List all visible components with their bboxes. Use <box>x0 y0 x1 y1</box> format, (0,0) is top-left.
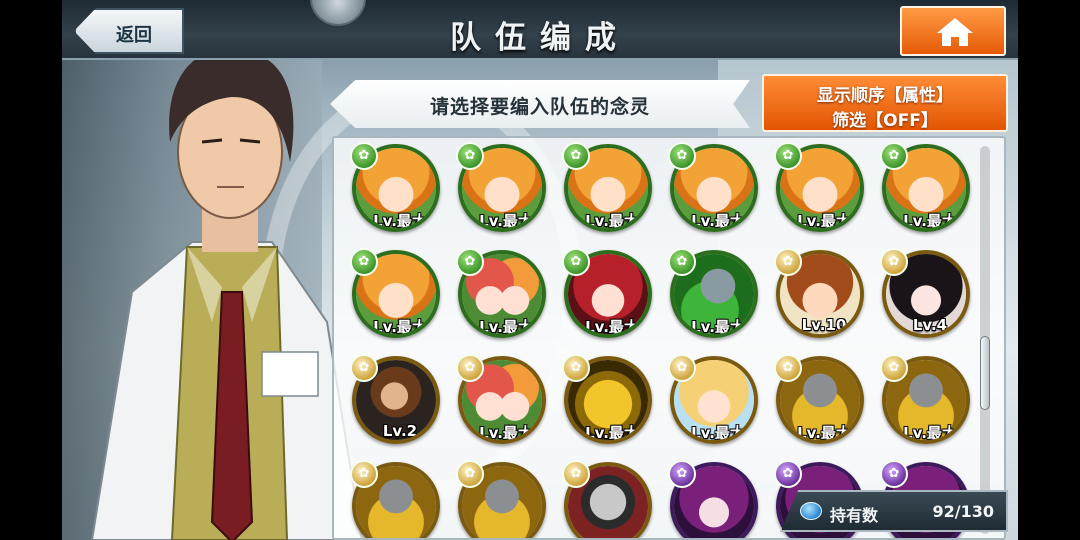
unit-rarity-stars: ★ <box>356 440 440 444</box>
attribute-icon: ✿ <box>350 142 378 170</box>
attribute-icon: ✿ <box>456 142 484 170</box>
unit-rarity-stars: ★★ <box>886 334 970 338</box>
unit-card[interactable]: Lv.最大★✿ <box>668 248 760 354</box>
unit-rarity-stars: ★ <box>674 334 758 338</box>
back-button[interactable]: 返回 <box>74 8 184 54</box>
instruction-text: 请选择要编入队伍的念灵 <box>429 96 650 118</box>
letterbox-right <box>1018 0 1080 540</box>
owned-count-label: 持有数 <box>830 506 879 525</box>
unit-card[interactable]: Lv.最大★★★✿ <box>668 142 760 248</box>
page-title: 队伍编成 <box>450 20 630 55</box>
unit-rarity-stars: ★★★ <box>568 440 652 444</box>
unit-rarity-stars: ★ <box>886 440 970 444</box>
unit-rarity-stars: ★★★★ <box>462 440 546 444</box>
unit-card[interactable]: Lv.最大★★★✿ <box>456 142 548 248</box>
unit-rarity-stars: ★★★★★ <box>568 334 652 338</box>
attribute-icon: ✿ <box>774 248 802 276</box>
unit-card[interactable]: ✿ <box>350 460 442 538</box>
attribute-icon: ✿ <box>562 248 590 276</box>
home-icon <box>937 18 973 46</box>
unit-card[interactable]: Lv.4★★ ✿ <box>880 248 972 354</box>
unit-rarity-stars: ★★ <box>780 334 864 338</box>
unit-rarity-stars: ★★★ <box>356 228 440 232</box>
sort-order-label: 显示顺序【属性】 <box>817 86 953 106</box>
attribute-icon: ✿ <box>668 248 696 276</box>
unit-rarity-stars: ★★★ <box>462 228 546 232</box>
unit-card[interactable]: Lv.最大★★★✿ <box>350 248 442 354</box>
unit-card[interactable]: Lv.最大★★★✿ <box>562 142 654 248</box>
unit-rarity-stars: ★★★ <box>886 228 970 232</box>
sort-filter-button[interactable]: 显示顺序【属性】 筛选【OFF】 <box>762 74 1008 132</box>
unit-rarity-stars: ★★★ <box>780 228 864 232</box>
unit-rarity-stars: ★ <box>780 440 864 444</box>
unit-level: Lv.4 <box>912 316 948 334</box>
unit-card[interactable]: Lv.最大★★★★✿ <box>456 248 548 354</box>
attribute-icon: ✿ <box>774 354 802 382</box>
unit-card[interactable]: ✿ <box>456 460 548 538</box>
attribute-icon: ✿ <box>668 460 696 488</box>
attribute-icon: ✿ <box>774 460 802 488</box>
attribute-icon: ✿ <box>562 460 590 488</box>
owned-count-panel: 持有数 92/130 <box>780 490 1008 532</box>
unit-card[interactable]: Lv.最大★★★★★✿ <box>668 354 760 460</box>
attribute-icon: ✿ <box>668 354 696 382</box>
back-button-label: 返回 <box>116 25 152 46</box>
unit-level: Lv.2 <box>382 422 418 440</box>
unit-card[interactable]: Lv.最大★✿ <box>774 354 866 460</box>
unit-rarity-stars: ★★★★★ <box>674 440 758 444</box>
scrollbar[interactable] <box>980 146 990 534</box>
unit-rarity-stars: ★★★ <box>356 334 440 338</box>
attribute-icon: ✿ <box>668 142 696 170</box>
unit-rarity-stars: ★★★ <box>568 228 652 232</box>
filter-label: 筛选【OFF】 <box>832 111 938 131</box>
attribute-icon: ✿ <box>774 142 802 170</box>
attribute-icon: ✿ <box>350 460 378 488</box>
attribute-icon: ✿ <box>562 142 590 170</box>
attribute-icon: ✿ <box>880 460 908 488</box>
gem-icon <box>800 502 822 520</box>
scrollbar-thumb[interactable] <box>980 336 990 410</box>
attribute-icon: ✿ <box>456 354 484 382</box>
attribute-icon: ✿ <box>456 248 484 276</box>
unit-card[interactable]: Lv.2★ ✿ <box>350 354 442 460</box>
attribute-icon: ✿ <box>880 142 908 170</box>
unit-card[interactable]: Lv.10★★ ✿ <box>774 248 866 354</box>
unit-card[interactable]: Lv.最大★★★★✿ <box>456 354 548 460</box>
attribute-icon: ✿ <box>456 460 484 488</box>
game-screen: 队伍编成 返回 请选择要编入队伍的念灵 显示顺序【属性】 筛选【OFF】 Lv.… <box>62 0 1018 540</box>
unit-rarity-stars: ★★★★ <box>462 334 546 338</box>
unit-rarity-stars: ★★★ <box>674 228 758 232</box>
unit-card[interactable]: Lv.最大★★★✿ <box>774 142 866 248</box>
unit-card[interactable]: ✿ <box>668 460 760 538</box>
attribute-icon: ✿ <box>880 248 908 276</box>
attribute-icon: ✿ <box>350 248 378 276</box>
unit-card[interactable]: Lv.最大★★★✿ <box>880 142 972 248</box>
home-button[interactable] <box>900 6 1006 56</box>
header-bar: 队伍编成 <box>62 0 1018 60</box>
unit-card[interactable]: Lv.最大★★★✿ <box>350 142 442 248</box>
unit-grid: Lv.最大★★★✿Lv.最大★★★✿Lv.最大★★★✿Lv.最大★★★✿Lv.最… <box>332 136 1006 540</box>
unit-card[interactable]: Lv.最大★★★✿ <box>562 354 654 460</box>
unit-card[interactable]: Lv.最大★★★★★✿ <box>562 248 654 354</box>
unit-level: Lv.10 <box>801 316 847 334</box>
attribute-icon: ✿ <box>880 354 908 382</box>
owned-count-value: 92/130 <box>932 502 994 521</box>
instruction-banner: 请选择要编入队伍的念灵 <box>330 80 750 128</box>
unit-card[interactable]: Lv.最大★✿ <box>880 354 972 460</box>
attribute-icon: ✿ <box>562 354 590 382</box>
unit-card[interactable]: ✿ <box>562 460 654 538</box>
attribute-icon: ✿ <box>350 354 378 382</box>
letterbox-left <box>0 0 62 540</box>
